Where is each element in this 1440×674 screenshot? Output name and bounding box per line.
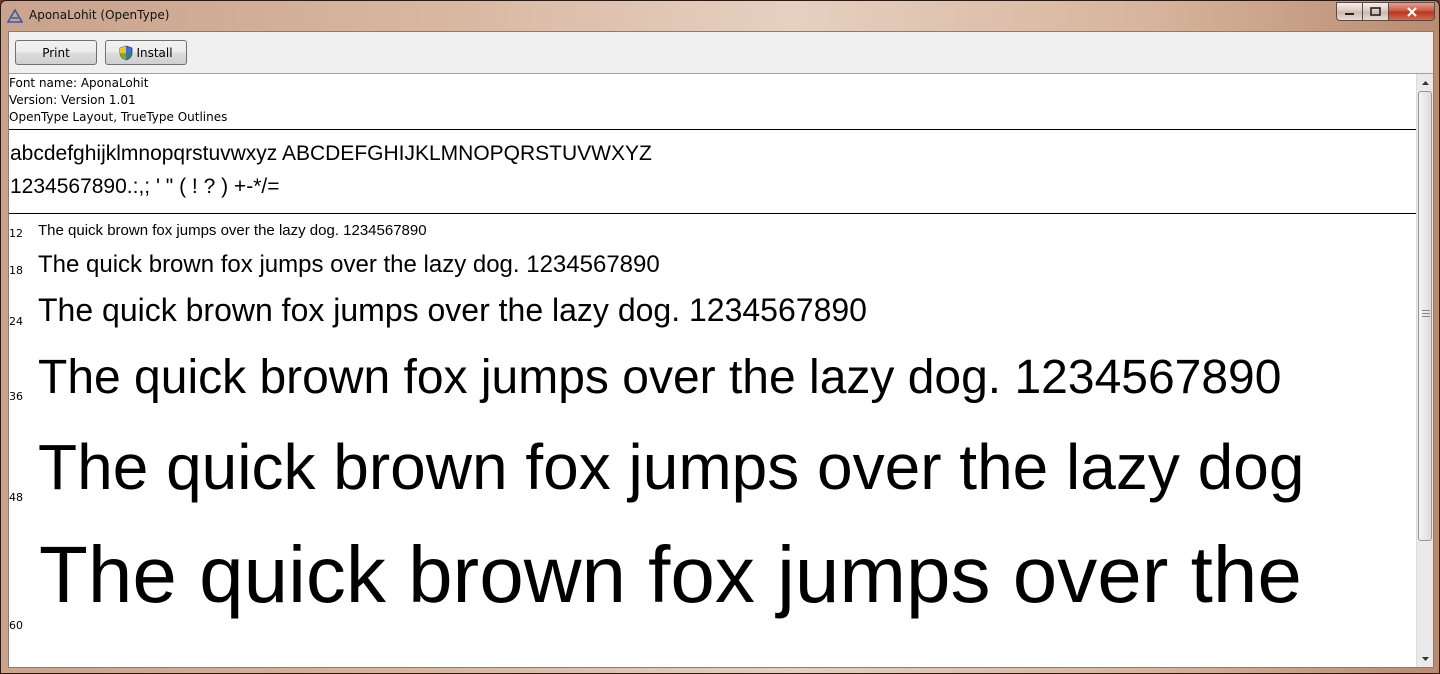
- font-viewer-window: AponaLohit (OpenType) Print Install Font…: [0, 0, 1440, 674]
- divider: [9, 213, 1416, 214]
- sample-size-label: 12: [9, 227, 23, 240]
- minimize-icon: [1345, 12, 1354, 15]
- sample-text: The quick brown fox jumps over the lazy …: [38, 251, 660, 278]
- sample-text: The quick brown fox jumps over the lazy …: [38, 351, 1282, 404]
- sample-size-label: 24: [9, 315, 23, 328]
- scroll-grip-icon: [1422, 310, 1430, 318]
- font-app-icon: [7, 9, 23, 23]
- install-button-label: Install: [136, 45, 173, 60]
- sample-text: The quick brown fox jumps over the lazy …: [38, 222, 427, 239]
- client-area: Print Install Font name: AponaLohit Vers…: [8, 31, 1434, 668]
- close-button[interactable]: [1389, 2, 1435, 21]
- maximize-icon: [1370, 7, 1381, 16]
- vertical-scrollbar[interactable]: [1416, 74, 1433, 667]
- scroll-up-icon: [1421, 80, 1429, 85]
- charset-letters: abcdefghijklmnopqrstuvwxyz ABCDEFGHIJKLM…: [10, 142, 652, 165]
- sample-size-label: 48: [9, 491, 23, 504]
- sample-size-label: 36: [9, 390, 23, 403]
- scroll-down-button[interactable]: [1417, 650, 1433, 667]
- print-button-label: Print: [42, 45, 70, 60]
- title-bar[interactable]: AponaLohit (OpenType): [1, 1, 1439, 31]
- font-type-line: OpenType Layout, TrueType Outlines: [9, 110, 228, 124]
- sample-size-label: 60: [9, 619, 23, 632]
- font-info: Font name: AponaLohit Version: Version 1…: [9, 75, 227, 126]
- sample-size-label: 18: [9, 264, 23, 277]
- print-button[interactable]: Print: [15, 40, 97, 65]
- maximize-button[interactable]: [1363, 2, 1389, 21]
- sample-text: The quick brown fox jumps over the lazy …: [38, 292, 867, 328]
- scroll-up-button[interactable]: [1417, 74, 1433, 91]
- window-title: AponaLohit (OpenType): [29, 8, 170, 22]
- uac-shield-icon: [120, 45, 133, 60]
- minimize-button[interactable]: [1336, 2, 1363, 21]
- sample-text: The quick brown fox jumps over the lazy …: [38, 431, 1305, 503]
- scroll-down-icon: [1421, 656, 1429, 661]
- install-button[interactable]: Install: [105, 40, 187, 65]
- font-preview-area: Font name: AponaLohit Version: Version 1…: [9, 74, 1416, 667]
- divider: [9, 129, 1416, 130]
- font-version-line: Version: Version 1.01: [9, 93, 136, 107]
- close-icon: [1406, 6, 1417, 17]
- sample-text: The quick brown fox jumps over the: [39, 530, 1302, 619]
- charset-digits-symbols: 1234567890.:,; ' " ( ! ? ) +-*/=: [10, 175, 280, 198]
- toolbar: Print Install: [9, 32, 1433, 74]
- font-name-line: Font name: AponaLohit: [9, 76, 149, 90]
- scroll-thumb[interactable]: [1418, 91, 1432, 541]
